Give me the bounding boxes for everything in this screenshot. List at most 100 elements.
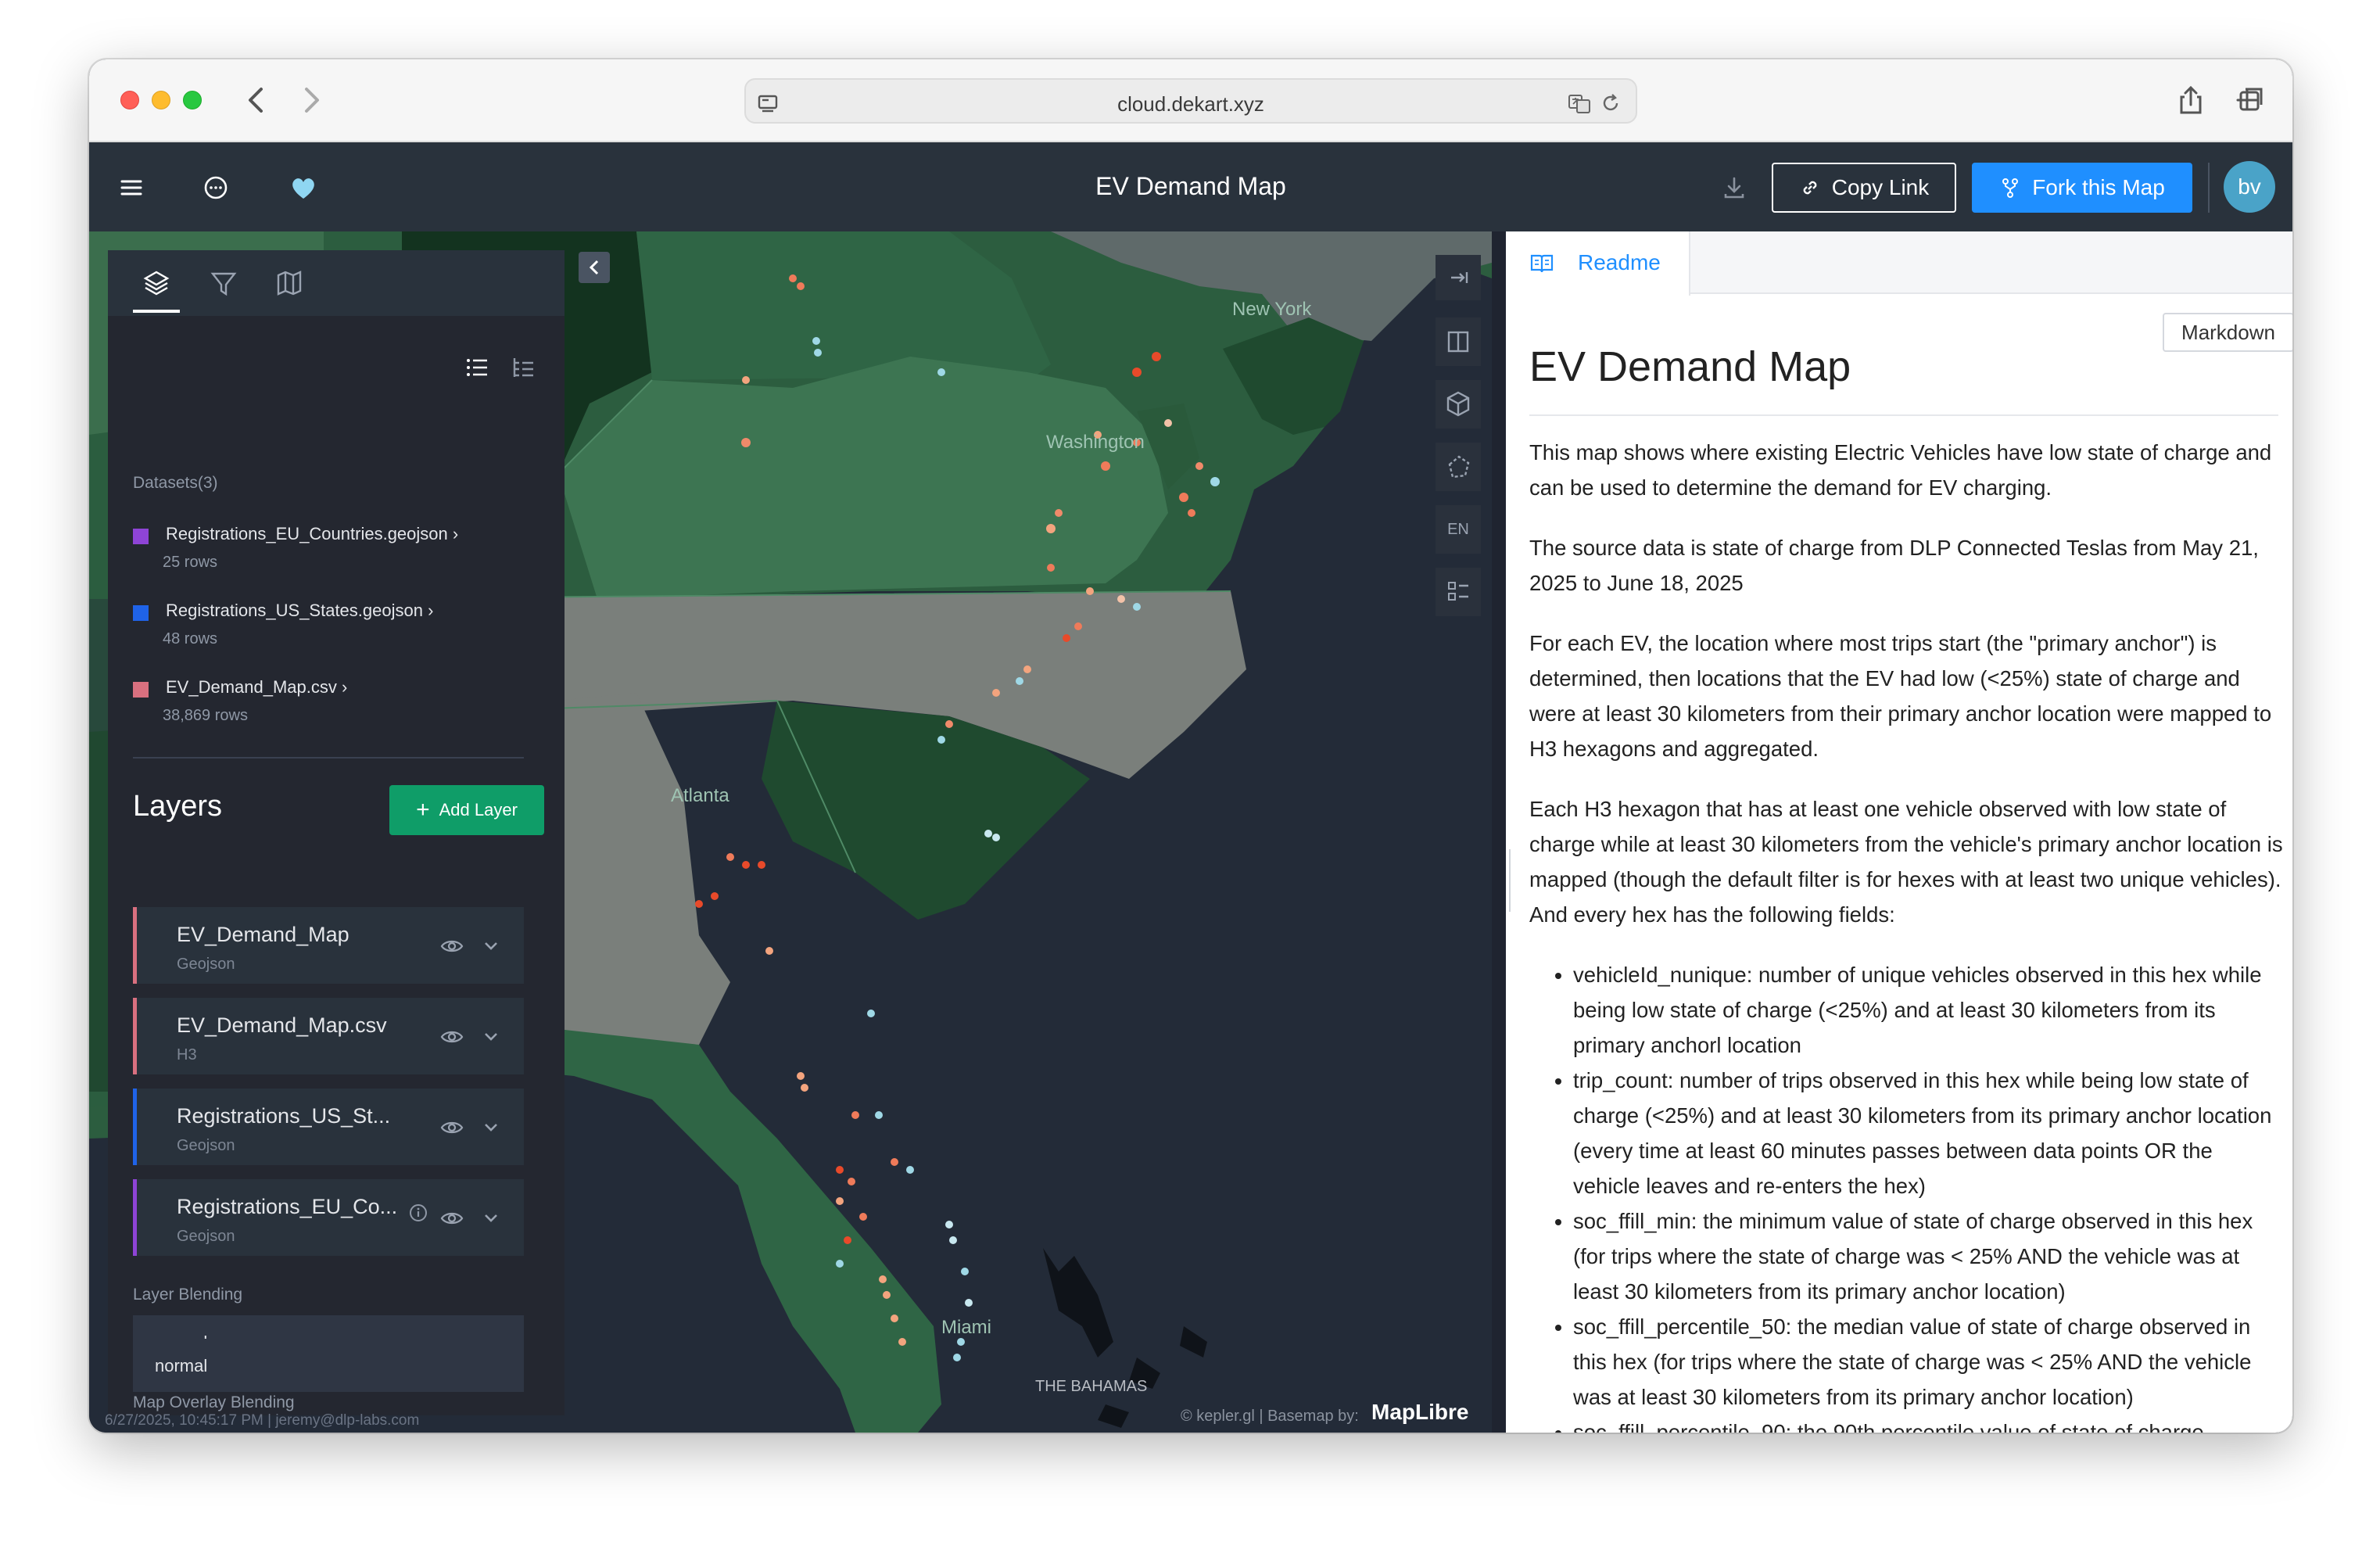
layer-item[interactable]: Registrations_EU_Co... Geojson bbox=[133, 1179, 524, 1256]
readme-paragraph: The source data is state of charge from … bbox=[1529, 536, 2259, 595]
back-arrow-icon[interactable] bbox=[241, 83, 272, 117]
split-map-icon bbox=[1447, 331, 1469, 353]
dataset-row-count: 25 rows bbox=[163, 554, 218, 571]
dataset-name: Registrations_EU_Countries.geojson › bbox=[166, 524, 459, 543]
3d-view-button[interactable] bbox=[1436, 380, 1481, 429]
add-layer-button[interactable]: + Add Layer bbox=[389, 785, 544, 835]
readme-paragraph: For each EV, the location where most tri… bbox=[1529, 631, 2272, 761]
app-header: EV Demand Map Copy Link Fork this Map bv bbox=[89, 142, 2292, 231]
chevron-down-icon[interactable] bbox=[480, 1026, 502, 1048]
fork-icon bbox=[2002, 178, 2019, 198]
legend-button[interactable] bbox=[1436, 568, 1481, 616]
readme-paragraph: Each H3 hexagon that has at least one ve… bbox=[1529, 797, 2283, 927]
readme-panel: Readme Markdown EV Demand Map This map s… bbox=[1506, 231, 2292, 1433]
translate-icon[interactable] bbox=[1567, 91, 1592, 116]
basemap-tab-icon[interactable] bbox=[274, 267, 305, 299]
zoom-window-button[interactable] bbox=[183, 91, 202, 109]
book-icon bbox=[1530, 254, 1554, 273]
chevron-down-icon[interactable] bbox=[480, 1207, 502, 1229]
island-bahamas-1 bbox=[1043, 1248, 1113, 1358]
overlay-blending-value: normal bbox=[155, 1356, 208, 1375]
forward-arrow-icon[interactable] bbox=[296, 83, 327, 117]
chevron-down-icon[interactable] bbox=[480, 935, 502, 957]
reload-icon[interactable] bbox=[1598, 91, 1623, 116]
city-label-washington: Washington bbox=[1046, 432, 1145, 453]
user-avatar[interactable]: bv bbox=[2224, 161, 2275, 213]
copy-link-label: Copy Link bbox=[1831, 175, 1930, 199]
city-label-miami: Miami bbox=[941, 1317, 991, 1338]
layer-item[interactable]: EV_Demand_Map.csv H3 bbox=[133, 998, 524, 1074]
chevron-down-icon[interactable] bbox=[480, 1117, 502, 1139]
close-window-button[interactable] bbox=[120, 91, 139, 109]
copy-link-button[interactable]: Copy Link bbox=[1772, 163, 1956, 213]
readme-paragraph: This map shows where existing Electric V… bbox=[1529, 440, 2272, 500]
dataset-color-swatch bbox=[133, 682, 149, 698]
cube-icon bbox=[1446, 391, 1470, 417]
share-icon[interactable] bbox=[2175, 83, 2206, 117]
markdown-mode-button[interactable]: Markdown bbox=[2163, 313, 2292, 352]
dataset-item[interactable]: EV_Demand_Map.csv › 38,869 rows bbox=[133, 676, 539, 730]
island-bahamas-3 bbox=[1180, 1326, 1207, 1358]
legend-icon bbox=[1448, 582, 1468, 601]
list-item: soc_ffill_percentile_90: the 90th percen… bbox=[1573, 1415, 2285, 1433]
layer-item[interactable]: Registrations_US_St... Geojson bbox=[133, 1089, 524, 1165]
dataset-color-swatch bbox=[133, 529, 149, 544]
minimize-window-button[interactable] bbox=[152, 91, 170, 109]
dataset-item[interactable]: Registrations_EU_Countries.geojson › 25 … bbox=[133, 522, 539, 577]
list-view-icon[interactable] bbox=[463, 353, 491, 382]
overlay-blending-label: Map Overlay Blending bbox=[133, 1393, 295, 1411]
tree-view-icon[interactable] bbox=[510, 353, 538, 382]
readme-divider bbox=[1529, 414, 2278, 416]
link-icon bbox=[1803, 181, 1817, 195]
plus-icon: + bbox=[416, 797, 430, 823]
header-divider bbox=[2208, 163, 2210, 213]
tab-overview-icon[interactable] bbox=[2236, 83, 2267, 117]
collapse-panel-button[interactable] bbox=[579, 252, 610, 283]
layer-item[interactable]: EV_Demand_Map Geojson bbox=[133, 907, 524, 984]
eye-icon[interactable] bbox=[439, 934, 464, 959]
dataset-row-count: 48 rows bbox=[163, 630, 218, 647]
layer-name: EV_Demand_Map.csv bbox=[177, 1013, 387, 1037]
list-item: soc_ffill_percentile_50: the median valu… bbox=[1573, 1309, 2285, 1415]
add-layer-label: Add Layer bbox=[439, 800, 518, 820]
split-map-button[interactable] bbox=[1436, 317, 1481, 366]
draw-polygon-button[interactable] bbox=[1436, 443, 1481, 491]
layer-name: Registrations_US_St... bbox=[177, 1104, 391, 1128]
layer-color-bar bbox=[133, 1089, 137, 1165]
readme-tab[interactable]: Readme bbox=[1506, 231, 1690, 296]
download-icon[interactable] bbox=[1717, 170, 1751, 205]
info-icon[interactable] bbox=[408, 1203, 428, 1223]
fork-map-label: Fork this Map bbox=[2032, 175, 2165, 199]
readme-tabbar: Readme bbox=[1506, 231, 2292, 296]
dataset-row-count: 38,869 rows bbox=[163, 707, 248, 724]
layer-color-bar bbox=[133, 1179, 137, 1256]
dataset-item[interactable]: Registrations_US_States.geojson › 48 row… bbox=[133, 599, 539, 654]
collapse-right-button[interactable] bbox=[1436, 255, 1481, 300]
polygon-draw-icon bbox=[1448, 455, 1470, 479]
readme-gutter-mark bbox=[1509, 849, 1511, 912]
address-bar[interactable]: cloud.dekart.xyz bbox=[744, 78, 1637, 124]
active-tab-indicator bbox=[133, 310, 180, 313]
city-label-new-york: New York bbox=[1232, 299, 1312, 320]
dataset-name: Registrations_US_States.geojson › bbox=[166, 601, 434, 620]
language-label: EN bbox=[1447, 521, 1469, 538]
eye-icon[interactable] bbox=[439, 1115, 464, 1140]
language-button[interactable]: EN bbox=[1436, 505, 1481, 554]
layer-color-bar bbox=[133, 998, 137, 1074]
map-attribution[interactable]: © kepler.gl | Basemap by: bbox=[1181, 1408, 1359, 1426]
maplibre-logo[interactable]: MapLibre bbox=[1371, 1400, 1468, 1425]
layer-type: H3 bbox=[177, 1046, 197, 1063]
layer-color-bar bbox=[133, 907, 137, 984]
overlay-blending-select[interactable]: normal bbox=[133, 1339, 524, 1392]
layer-name: EV_Demand_Map bbox=[177, 923, 349, 946]
layers-title: Layers bbox=[133, 790, 223, 823]
country-label-bahamas: THE BAHAMAS bbox=[1035, 1378, 1148, 1395]
eye-icon[interactable] bbox=[439, 1024, 464, 1049]
filter-tab-icon[interactable] bbox=[208, 267, 239, 299]
readme-tab-label: Readme bbox=[1578, 250, 1661, 274]
eye-icon[interactable] bbox=[439, 1206, 464, 1231]
island-bahamas-4 bbox=[1098, 1404, 1129, 1428]
layer-type: Geojson bbox=[177, 1228, 235, 1245]
fork-map-button[interactable]: Fork this Map bbox=[1972, 163, 2192, 213]
layers-tab-icon[interactable] bbox=[141, 267, 172, 299]
